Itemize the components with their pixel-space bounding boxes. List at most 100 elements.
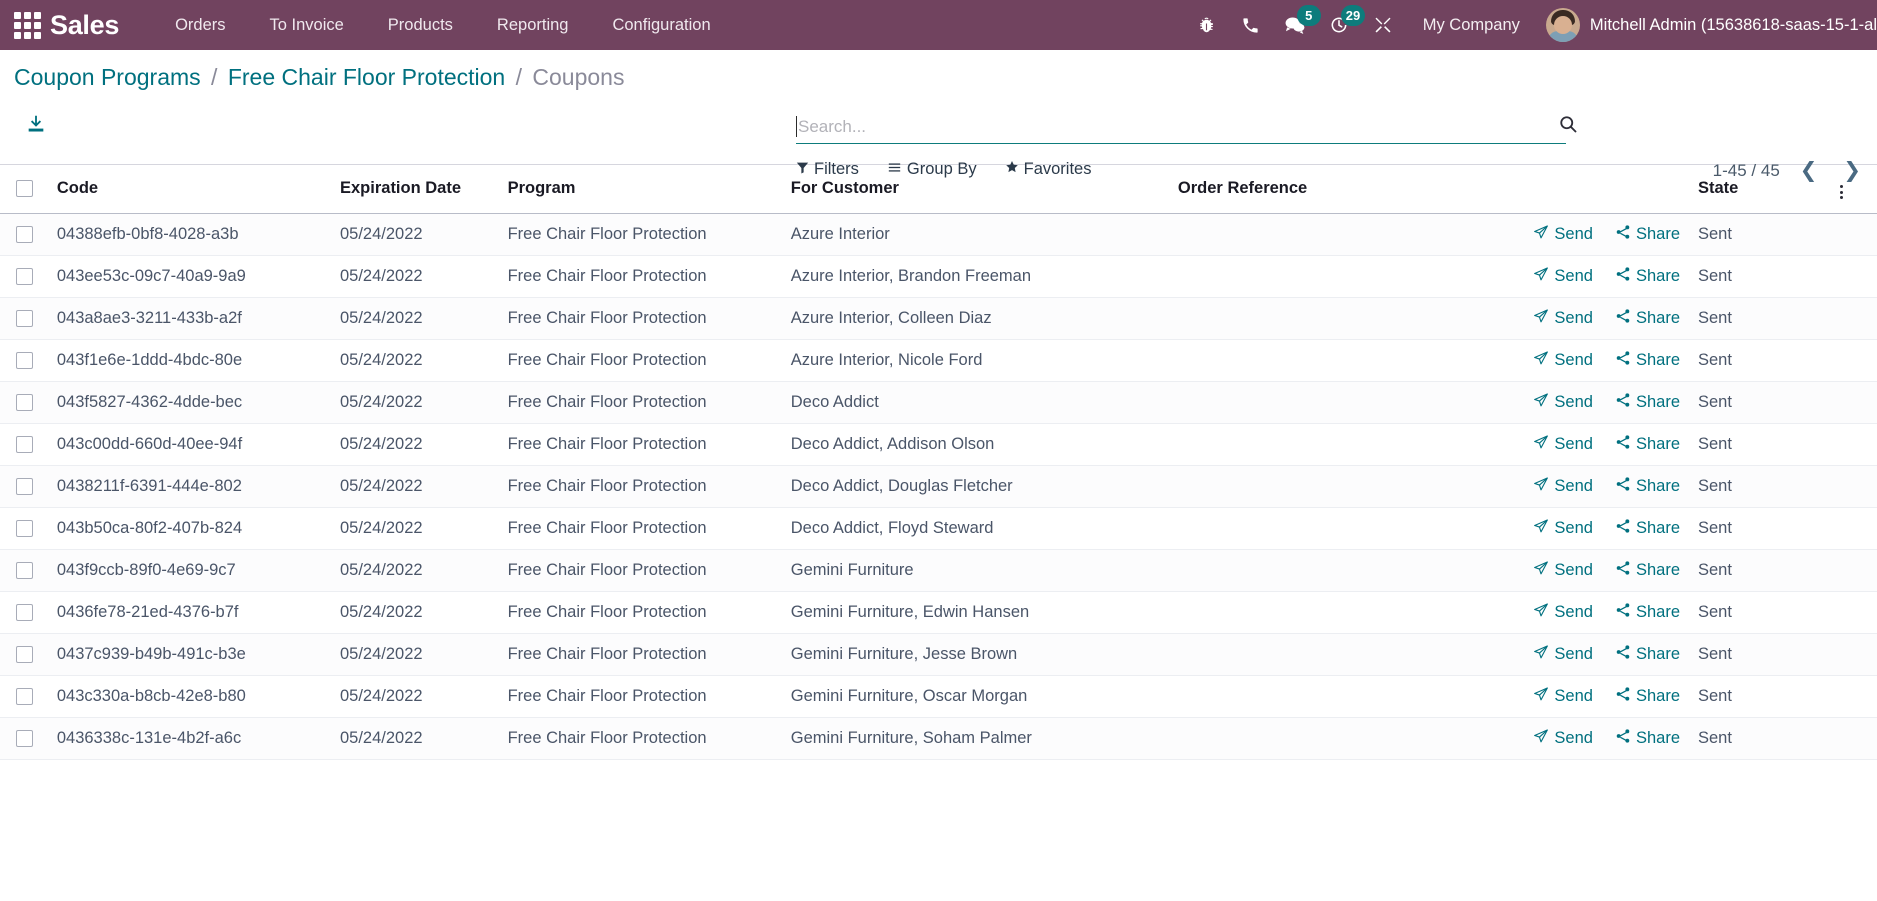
search-icon[interactable] — [1558, 114, 1578, 139]
table-row[interactable]: 0437c939-b49b-491c-b3e 05/24/2022 Free Cha… — [0, 633, 1877, 676]
paper-plane-icon — [1533, 644, 1549, 665]
table-row[interactable]: 0436338c-131e-4b2f-a6c 05/24/2022 Free Cha… — [0, 717, 1877, 760]
row-checkbox[interactable] — [16, 646, 33, 664]
row-checkbox[interactable] — [16, 310, 33, 328]
cell-program: Free Chair Floor Protection — [501, 381, 785, 424]
share-alt-icon — [1615, 560, 1631, 581]
breadcrumb-item-coupon-programs[interactable]: Coupon Programs — [14, 64, 201, 90]
apps-grid-icon[interactable] — [10, 8, 44, 42]
menu-item-configuration[interactable]: Configuration — [590, 0, 732, 50]
share-button[interactable]: Share — [1615, 686, 1680, 707]
send-button[interactable]: Send — [1533, 728, 1593, 749]
breadcrumb-item-free-chair-floor-protection[interactable]: Free Chair Floor Protection — [228, 64, 505, 90]
send-button[interactable]: Send — [1533, 434, 1593, 455]
menu-item-reporting[interactable]: Reporting — [475, 0, 591, 50]
send-button[interactable]: Send — [1533, 644, 1593, 665]
cell-expiration-date: 05/24/2022 — [334, 675, 502, 718]
send-button[interactable]: Send — [1533, 476, 1593, 497]
send-button[interactable]: Send — [1533, 602, 1593, 623]
menu-item-orders[interactable]: Orders — [153, 0, 247, 50]
share-button[interactable]: Share — [1615, 644, 1680, 665]
favorites-dropdown[interactable]: Favorites — [1005, 160, 1091, 179]
share-button[interactable]: Share — [1615, 602, 1680, 623]
company-switcher[interactable]: My Company — [1405, 0, 1538, 50]
activities-clock-icon[interactable]: 29 — [1317, 0, 1366, 50]
send-button[interactable]: Send — [1533, 224, 1593, 245]
top-navbar: Sales Orders To Invoice Products Reporti… — [0, 0, 1877, 50]
pager-range: 1-45 / 45 — [1712, 160, 1780, 180]
column-header-order-reference[interactable]: Order Reference — [1171, 165, 1450, 214]
column-header-code[interactable]: Code — [50, 165, 334, 214]
share-button[interactable]: Share — [1615, 350, 1680, 371]
share-button[interactable]: Share — [1615, 224, 1680, 245]
column-header-expiration-date[interactable]: Expiration Date — [334, 165, 502, 214]
send-button[interactable]: Send — [1533, 308, 1593, 329]
share-button[interactable]: Share — [1615, 308, 1680, 329]
share-button[interactable]: Share — [1615, 434, 1680, 455]
table-row[interactable]: 043c330a-b8cb-42e8-b80 05/24/2022 Free Cha… — [0, 675, 1877, 718]
phone-icon[interactable] — [1229, 0, 1273, 50]
table-row[interactable]: 043c00dd-660d-40ee-94f 05/24/2022 Free Cha… — [0, 423, 1877, 466]
table-row[interactable]: 043ee53c-09c7-40a9-9a9 05/24/2022 Free Cha… — [0, 255, 1877, 298]
table-row[interactable]: 043a8ae3-3211-433b-a2f 05/24/2022 Free Cha… — [0, 297, 1877, 340]
cell-optional — [1830, 255, 1877, 298]
cell-code: 043a8ae3-3211-433b-a2f — [50, 297, 334, 340]
menu-item-to-invoice[interactable]: To Invoice — [248, 0, 366, 50]
row-checkbox[interactable] — [16, 562, 33, 580]
vertical-dots-icon[interactable] — [1837, 182, 1846, 202]
send-button[interactable]: Send — [1533, 518, 1593, 539]
send-button[interactable]: Send — [1533, 686, 1593, 707]
developer-tools-icon[interactable] — [1361, 0, 1405, 50]
share-button[interactable]: Share — [1615, 728, 1680, 749]
main-menu: Orders To Invoice Products Reporting Con… — [153, 0, 733, 50]
share-button[interactable]: Share — [1615, 266, 1680, 287]
cell-row-actions: Send Share — [1449, 255, 1692, 298]
pager-next-button[interactable]: ❯ — [1837, 158, 1867, 183]
row-checkbox[interactable] — [16, 352, 33, 370]
share-button[interactable]: Share — [1615, 392, 1680, 413]
group-by-dropdown[interactable]: Group By — [887, 160, 977, 179]
table-row[interactable]: 0436fe78-21ed-4376-b7f 05/24/2022 Free Cha… — [0, 591, 1877, 634]
pager-previous-button[interactable]: ❮ — [1794, 158, 1824, 183]
row-checkbox[interactable] — [16, 226, 33, 244]
row-checkbox[interactable] — [16, 730, 33, 748]
select-all-checkbox[interactable] — [16, 179, 33, 197]
table-row[interactable]: 043f9ccb-89f0-4e69-9c7 05/24/2022 Free Cha… — [0, 549, 1877, 592]
row-checkbox[interactable] — [16, 520, 33, 538]
cell-row-actions: Send Share — [1449, 717, 1692, 760]
search-options-bar: Filters Group By Favorites — [796, 160, 1091, 179]
share-button[interactable]: Share — [1615, 476, 1680, 497]
cell-optional — [1830, 213, 1877, 256]
send-button[interactable]: Send — [1533, 266, 1593, 287]
row-checkbox[interactable] — [16, 604, 33, 622]
table-row[interactable]: 04388efb-0bf8-4028-a3b 05/24/2022 Free Cha… — [0, 213, 1877, 256]
app-brand-sales[interactable]: Sales — [50, 10, 119, 41]
table-row[interactable]: 0438211f-6391-444e-802 05/24/2022 Free Cha… — [0, 465, 1877, 508]
share-button[interactable]: Share — [1615, 518, 1680, 539]
menu-item-products[interactable]: Products — [366, 0, 475, 50]
search-input[interactable]: Search... — [796, 110, 1577, 144]
send-button[interactable]: Send — [1533, 350, 1593, 371]
filters-dropdown[interactable]: Filters — [796, 160, 859, 179]
table-row[interactable]: 043f1e6e-1ddd-4bdc-80e 05/24/2022 Free Cha… — [0, 339, 1877, 382]
column-header-program[interactable]: Program — [501, 165, 785, 214]
table-row[interactable]: 043f5827-4362-4dde-bec 05/24/2022 Free Cha… — [0, 381, 1877, 424]
cell-code: 043ee53c-09c7-40a9-9a9 — [50, 255, 334, 298]
messages-icon[interactable]: 5 — [1273, 0, 1321, 50]
row-checkbox[interactable] — [16, 478, 33, 496]
row-checkbox[interactable] — [16, 436, 33, 454]
user-menu[interactable]: Mitchell Admin (15638618-saas-15-1-al — [1538, 8, 1877, 42]
send-button[interactable]: Send — [1533, 560, 1593, 581]
share-button[interactable]: Share — [1615, 560, 1680, 581]
row-checkbox[interactable] — [16, 688, 33, 706]
table-row[interactable]: 043b50ca-80f2-407b-824 05/24/2022 Free Cha… — [0, 507, 1877, 550]
cell-program: Free Chair Floor Protection — [501, 465, 785, 508]
row-checkbox[interactable] — [16, 394, 33, 412]
share-label: Share — [1635, 225, 1680, 243]
row-checkbox[interactable] — [16, 268, 33, 286]
bug-icon[interactable] — [1185, 0, 1229, 50]
cell-program: Free Chair Floor Protection — [501, 717, 785, 760]
download-icon[interactable] — [25, 115, 47, 139]
cell-code: 043f1e6e-1ddd-4bdc-80e — [50, 339, 334, 382]
send-button[interactable]: Send — [1533, 392, 1593, 413]
